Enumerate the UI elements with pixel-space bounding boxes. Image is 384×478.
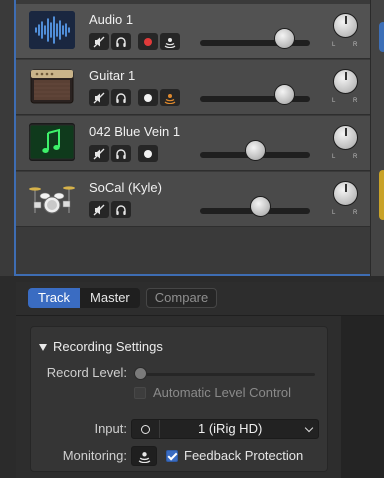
pan-knob[interactable] <box>333 125 358 150</box>
volume-fader-thumb[interactable] <box>274 28 295 49</box>
tab-track[interactable]: Track <box>28 288 81 308</box>
pan-knob[interactable] <box>333 13 358 38</box>
volume-fader-thumb[interactable] <box>250 196 271 217</box>
headphones-solo-icon[interactable] <box>111 201 131 218</box>
track-row-blue-vein[interactable]: 042 Blue Vein 1 L R <box>16 116 370 171</box>
chevron-down-icon <box>304 423 314 433</box>
input-monitor-icon[interactable] <box>160 33 180 50</box>
track-row-guitar-1[interactable]: Guitar 1 L R <box>16 60 370 115</box>
feedback-protection-checkbox[interactable] <box>166 450 178 462</box>
auto-level-checkbox[interactable] <box>134 387 146 399</box>
record-enable-button[interactable] <box>138 33 158 50</box>
pan-label-right: R <box>353 42 358 48</box>
monitoring-label: Monitoring: <box>62 448 127 463</box>
mute-icon[interactable] <box>89 33 109 50</box>
input-value: 1 (iRig HD) <box>198 421 263 436</box>
compare-button[interactable]: Compare <box>145 288 218 308</box>
volume-fader-thumb[interactable] <box>245 140 266 161</box>
recording-settings-header[interactable]: Recording Settings <box>39 339 163 354</box>
input-label: Input: <box>94 421 127 436</box>
pan-knob[interactable] <box>333 69 358 94</box>
selection-edge-bottom <box>14 274 384 276</box>
mute-icon[interactable] <box>89 89 109 106</box>
pan-label-right: R <box>353 210 358 216</box>
record-dot-icon <box>144 37 152 46</box>
tab-master[interactable]: Master <box>80 288 140 308</box>
record-enable-button[interactable] <box>138 145 158 162</box>
section-title: Recording Settings <box>53 339 163 354</box>
pan-knob[interactable] <box>333 181 358 206</box>
guitar-amp-icon <box>29 67 75 105</box>
input-selector[interactable]: 1 (iRig HD) <box>131 419 319 439</box>
timeline-edge <box>370 0 384 276</box>
headphones-solo-icon[interactable] <box>111 89 131 106</box>
headphones-solo-icon[interactable] <box>111 145 131 162</box>
record-level-thumb[interactable] <box>134 367 147 380</box>
disclosure-triangle-icon[interactable] <box>39 344 47 352</box>
side-area <box>341 316 384 478</box>
mono-input-button[interactable] <box>132 420 160 438</box>
input-monitor-icon <box>138 451 150 463</box>
track-name: SoCal (Kyle) <box>89 180 162 195</box>
record-enable-button[interactable] <box>138 89 158 106</box>
pan-label-right: R <box>353 154 358 160</box>
track-row-audio-1[interactable]: Audio 1 L R <box>16 4 370 59</box>
track-name: 042 Blue Vein 1 <box>89 124 181 139</box>
record-level-slider[interactable] <box>141 373 315 376</box>
pan-label-left: L <box>332 98 336 104</box>
pan-label-left: L <box>332 154 336 160</box>
panel-tabs: Track Master Compare <box>28 288 218 308</box>
input-monitor-icon[interactable] <box>160 89 180 106</box>
drum-kit-icon <box>29 179 75 217</box>
audio-waveform-icon <box>29 11 75 49</box>
track-name: Guitar 1 <box>89 68 136 83</box>
tab-segment: Track Master <box>28 288 140 308</box>
panel-divider <box>16 315 384 316</box>
pan-label-right: R <box>353 98 358 104</box>
volume-fader-thumb[interactable] <box>274 84 295 105</box>
region-audio[interactable] <box>379 22 384 52</box>
region-drums[interactable] <box>379 170 384 220</box>
pan-label-left: L <box>332 42 336 48</box>
record-dot-icon <box>144 93 152 102</box>
input-dropdown[interactable]: 1 (iRig HD) <box>160 420 318 438</box>
track-list: Audio 1 L R Guitar 1 L R 042 Blue Vein 1… <box>0 0 384 276</box>
recording-settings-section: Recording Settings Record Level: Automat… <box>30 326 328 472</box>
track-name: Audio 1 <box>89 12 134 27</box>
mute-icon[interactable] <box>89 201 109 218</box>
music-note-icon <box>29 123 75 161</box>
mono-ring-icon <box>141 424 150 434</box>
track-row-socal[interactable]: SoCal (Kyle) L R <box>16 172 370 227</box>
mute-icon[interactable] <box>89 145 109 162</box>
record-level-label: Record Level: <box>46 365 127 380</box>
monitoring-toggle-button[interactable] <box>131 446 157 466</box>
feedback-protection-label: Feedback Protection <box>184 448 304 463</box>
pan-label-left: L <box>332 210 336 216</box>
record-dot-icon <box>144 149 152 158</box>
inspector-panel: Track Master Compare Recording Settings … <box>16 282 384 478</box>
auto-level-label: Automatic Level Control <box>153 385 292 400</box>
headphones-solo-icon[interactable] <box>111 33 131 50</box>
